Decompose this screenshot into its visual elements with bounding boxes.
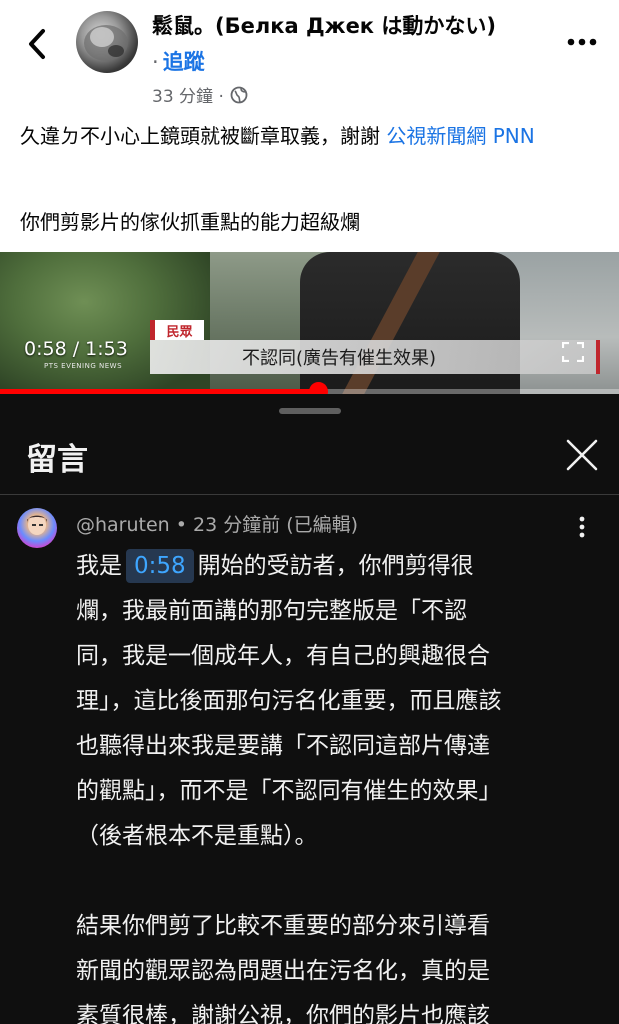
chevron-left-icon	[29, 29, 45, 59]
post-text: 久違ㄉ不小心上鏡頭就被斷章取義，謝謝 公視新聞網 PNN	[20, 122, 605, 151]
globe-icon	[230, 86, 248, 103]
comment-line1-suffix: 開始的受訪者，你們剪得很	[197, 553, 474, 579]
fullscreen-icon	[561, 341, 585, 363]
post-header: 鬆鼠。(Белка Джек は動かない) · 追蹤 33 分鐘 ·	[0, 0, 619, 112]
post-time[interactable]: 33 分鐘 ·	[152, 82, 224, 107]
comment-line: 同，我是一個成年人，有自己的興趣很合	[76, 643, 490, 669]
separator-dot: ·	[152, 50, 159, 74]
commenter-avatar[interactable]	[17, 508, 57, 548]
comment-line: 新聞的觀眾認為問題出在污名化，真的是	[76, 958, 490, 984]
comment-line: 理」，這比後面那句污名化重要，而且應該	[76, 688, 502, 714]
comment-more-button[interactable]	[572, 514, 592, 540]
sheet-divider	[0, 494, 619, 495]
anime-avatar-image	[27, 515, 47, 535]
more-horizontal-icon	[567, 38, 597, 46]
post-meta: 33 分鐘 ·	[152, 82, 248, 107]
channel-watermark: PTS EVENING NEWS	[44, 362, 123, 370]
more-vertical-icon	[579, 516, 585, 538]
back-button[interactable]	[20, 24, 54, 64]
video-time: 0:58 / 1:53	[24, 338, 128, 360]
comment-body: 我是 0:58 開始的受訪者，你們剪得很 爛，我最前面講的那句完整版是「不認 同，我…	[76, 544, 576, 1024]
comment-line: 素質很棒，謝謝公視，你們的影片也應該	[76, 1003, 490, 1024]
fullscreen-button[interactable]	[561, 341, 585, 363]
post-text-line1: 久違ㄉ不小心上鏡頭就被斷章取義，謝謝	[20, 124, 387, 148]
follow-row: · 追蹤	[152, 46, 205, 76]
comment-line: 爛，我最前面講的那句完整版是「不認	[76, 598, 467, 624]
comment-line: 結果你們剪了比較不重要的部分來引導看	[76, 913, 490, 939]
comment-line: 也聽得出來我是要講「不認同這部片傳達	[76, 733, 490, 759]
sheet-drag-handle[interactable]	[279, 408, 341, 414]
comments-title: 留言	[26, 442, 88, 478]
lower-third-caption: 不認同(廣告有催生效果)	[242, 348, 437, 369]
comment-line: 的觀點」，而不是「不認同有催生的效果」	[76, 778, 502, 804]
pnn-page-link[interactable]: 公視新聞網 PNN	[386, 124, 534, 148]
video-player[interactable]: 民眾 不認同(廣告有催生效果) 0:58 / 1:53 PTS EVENING …	[0, 252, 619, 394]
close-icon	[566, 439, 598, 471]
close-button[interactable]	[565, 438, 599, 472]
squirrel-avatar-image	[84, 25, 128, 61]
post-more-button[interactable]	[567, 30, 597, 54]
comment-line: 我是 0:58 開始的受訪者，你們剪得很	[76, 544, 576, 589]
comments-sheet: 留言 @haruten • 23 分鐘前 (已編輯) 我是 0:58 開始的受訪者，…	[0, 394, 619, 1024]
author-name[interactable]: 鬆鼠。(Белка Джек は動かない)	[152, 10, 496, 40]
timestamp-link[interactable]: 0:58	[126, 549, 194, 583]
lower-third-tag: 民眾	[150, 320, 204, 340]
comment-author-meta[interactable]: @haruten • 23 分鐘前 (已編輯)	[76, 510, 358, 537]
comment-line: （後者根本不是重點）。	[76, 823, 318, 849]
follow-button[interactable]: 追蹤	[163, 50, 205, 74]
comment-line1-prefix: 我是	[76, 553, 122, 579]
post-text-line2: 你們剪影片的傢伙抓重點的能力超級爛	[20, 210, 360, 234]
author-avatar[interactable]	[76, 11, 138, 73]
